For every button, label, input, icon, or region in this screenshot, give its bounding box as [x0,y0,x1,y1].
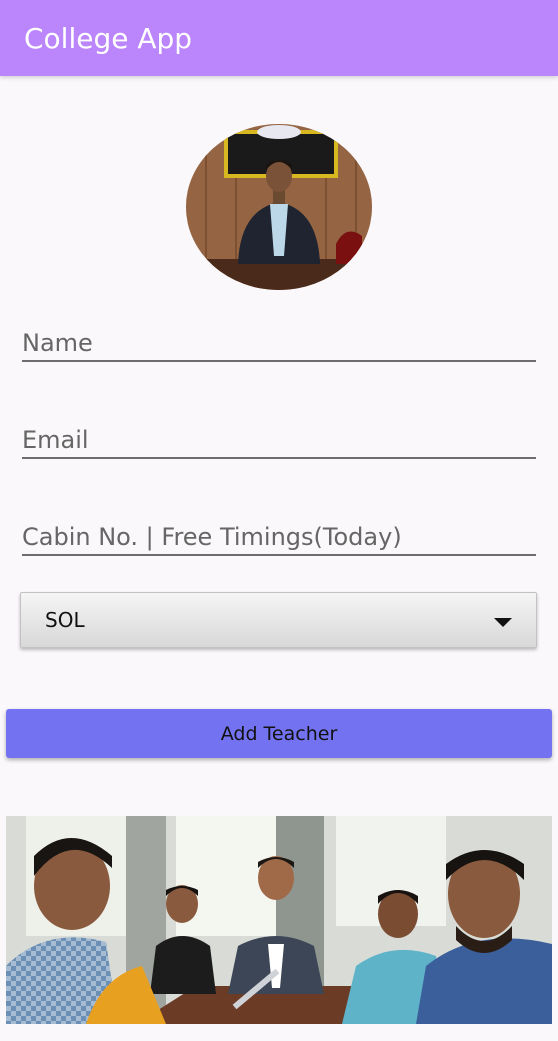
app-bar: College App [0,0,558,76]
department-selected-value: SOL [45,608,85,632]
teacher-avatar-image[interactable] [186,124,372,290]
cabin-timings-field[interactable] [22,512,536,556]
name-input[interactable] [22,318,536,360]
email-field[interactable] [22,415,536,459]
app-title: College App [24,21,193,55]
email-input[interactable] [22,415,536,457]
banner-image [6,816,552,1024]
name-field[interactable] [22,318,536,362]
department-dropdown[interactable]: SOL [20,592,537,648]
teacher-photo-icon [186,124,372,290]
meeting-photo-icon [6,816,552,1024]
cabin-timings-input[interactable] [22,512,536,554]
dropdown-arrow-icon[interactable] [494,618,512,627]
add-teacher-button[interactable]: Add Teacher [6,709,552,758]
